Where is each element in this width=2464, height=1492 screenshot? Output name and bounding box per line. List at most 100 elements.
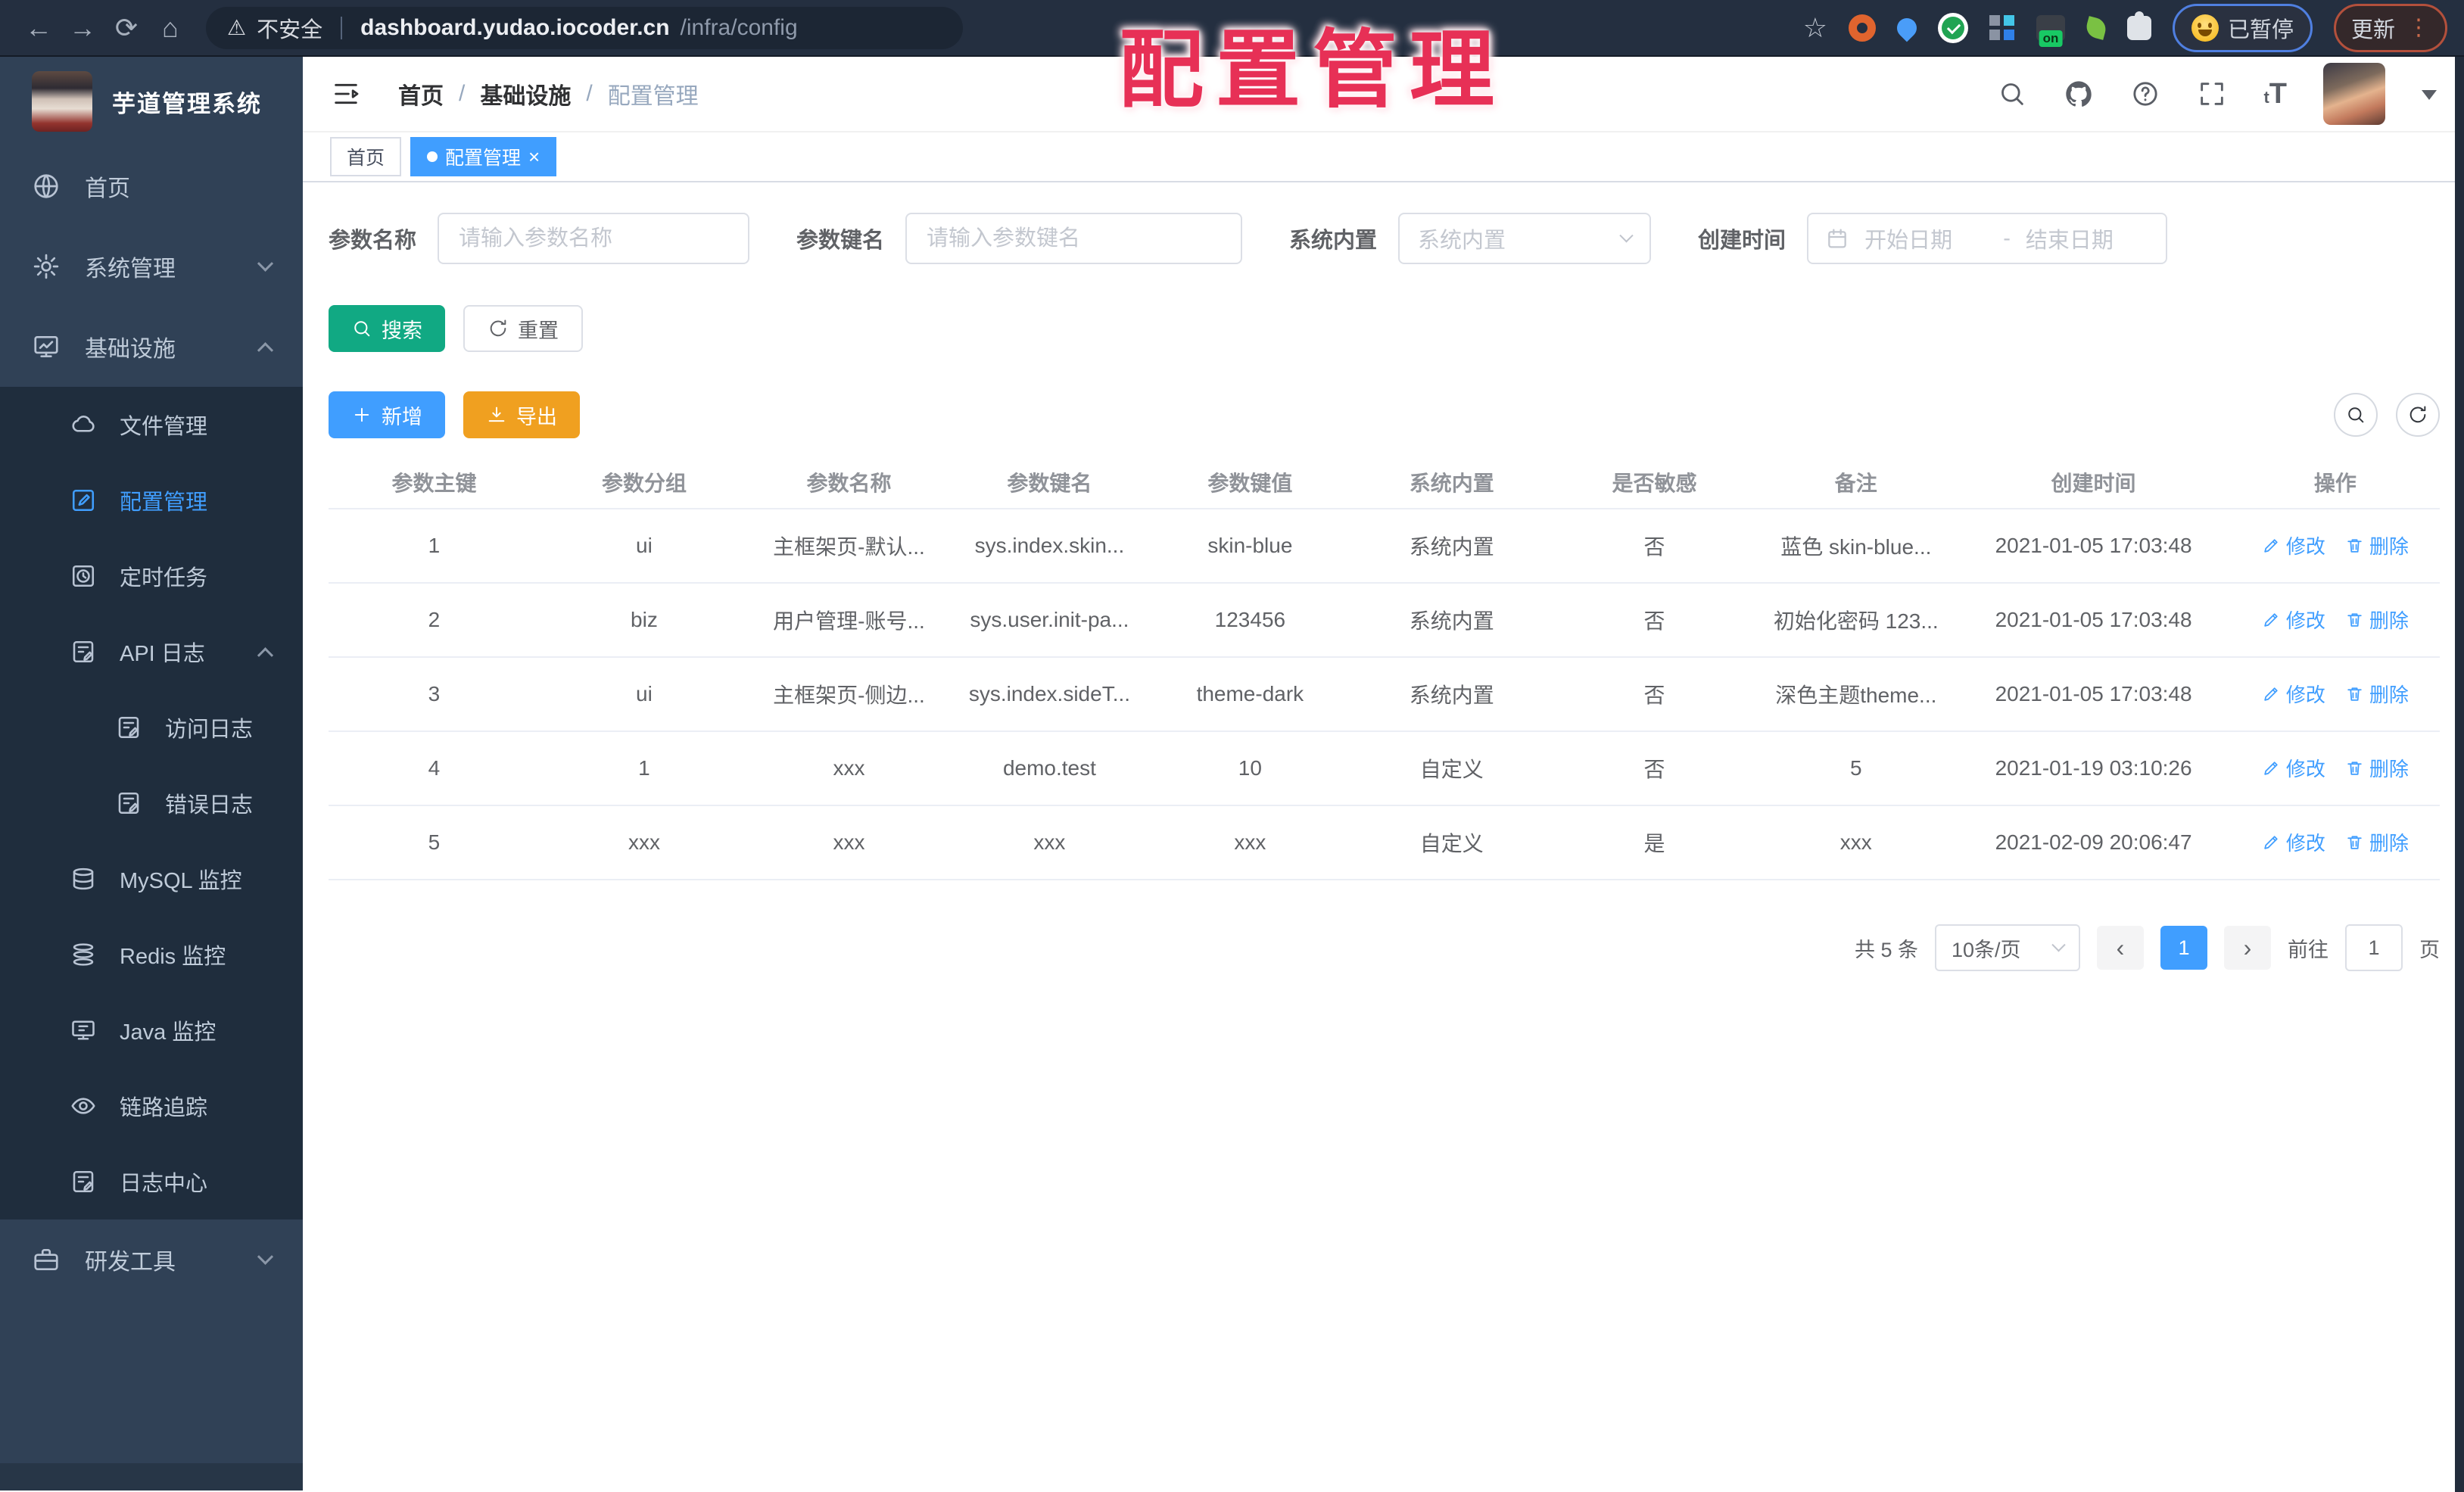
profile-paused-badge[interactable]: 已暂停 xyxy=(2172,3,2313,52)
browser-home-icon[interactable]: ⌂ xyxy=(148,0,192,56)
create-time-label: 创建时间 xyxy=(1698,229,1786,253)
sidebar-item-config-manage[interactable]: 配置管理 xyxy=(0,463,303,538)
font-size-icon[interactable]: tT xyxy=(2263,79,2287,108)
cell: demo.test xyxy=(1002,756,1096,780)
extension-check-icon[interactable] xyxy=(1937,12,1968,43)
clock-square-icon xyxy=(72,565,95,587)
browser-back-icon[interactable]: ← xyxy=(17,0,61,56)
edit-label: 修改 xyxy=(2285,609,2325,632)
browser-menu-icon[interactable]: ⋮ xyxy=(2407,14,2430,41)
sidebar-item-scheduled-jobs[interactable]: 定时任务 xyxy=(0,538,303,614)
delete-link[interactable]: 删除 xyxy=(2345,606,2409,634)
export-button[interactable]: 导出 xyxy=(463,391,580,438)
sidebar-item-api-log[interactable]: API 日志 xyxy=(0,614,303,690)
search-button-label: 搜索 xyxy=(382,319,422,342)
breadcrumb-home[interactable]: 首页 xyxy=(398,77,444,111)
breadcrumb-section[interactable]: 基础设施 xyxy=(480,77,571,111)
date-range-picker[interactable]: 开始日期 - 结束日期 xyxy=(1807,213,2168,264)
breadcrumb: 首页 / 基础设施 / 配置管理 xyxy=(398,77,699,111)
address-bar[interactable]: ⚠ 不安全 dashboard.yudao.iocoder.cn/infra/c… xyxy=(206,6,963,49)
page-size-value: 10条/页 xyxy=(1952,938,2021,961)
search-button[interactable]: 搜索 xyxy=(329,305,445,352)
delete-label: 删除 xyxy=(2369,832,2409,855)
page-size-select[interactable]: 10条/页 xyxy=(1935,924,2080,971)
system-type-select[interactable]: 系统内置 xyxy=(1398,213,1652,264)
sidebar-item-error-log[interactable]: 错误日志 xyxy=(0,765,303,841)
sidebar-item-infra[interactable]: 基础设施 xyxy=(0,307,303,387)
extension-grid-icon[interactable] xyxy=(1989,14,2015,41)
not-secure-label: 不安全 xyxy=(257,17,323,42)
trash-icon xyxy=(2347,762,2362,775)
param-key-input[interactable] xyxy=(905,213,1243,264)
page-1-button[interactable]: 1 xyxy=(2160,926,2207,970)
avatar[interactable] xyxy=(2323,63,2385,125)
param-name-input[interactable] xyxy=(438,213,750,264)
edit-link[interactable]: 修改 xyxy=(2262,531,2325,559)
delete-label: 删除 xyxy=(2369,609,2409,632)
app-logo[interactable]: 芋道管理系统 xyxy=(0,57,303,146)
browser-forward-icon[interactable]: → xyxy=(61,0,104,56)
fullscreen-icon[interactable] xyxy=(2197,79,2227,109)
search-button-row: 搜索 重置 xyxy=(329,305,2440,352)
filter-system-type: 系统内置 系统内置 xyxy=(1289,213,1652,264)
sidebar-item-log-center[interactable]: 日志中心 xyxy=(0,1144,303,1219)
sidebar-item-label: 错误日志 xyxy=(165,793,254,818)
select-placeholder: 系统内置 xyxy=(1418,229,1506,253)
toggle-search-button[interactable] xyxy=(2334,393,2378,437)
extension-switch-icon[interactable]: on xyxy=(2036,14,2065,47)
delete-link[interactable]: 删除 xyxy=(2345,754,2409,782)
sidebar-item-access-log[interactable]: 访问日志 xyxy=(0,690,303,765)
column-header: 参数分组 xyxy=(601,472,687,495)
reset-button[interactable]: 重置 xyxy=(463,305,583,352)
sidebar-item-redis-monitor[interactable]: Redis 监控 xyxy=(0,917,303,992)
github-icon[interactable] xyxy=(2064,79,2094,109)
font-size-small-glyph: t xyxy=(2263,88,2269,107)
sidebar-item-trace[interactable]: 链路追踪 xyxy=(0,1068,303,1144)
browser-update-button[interactable]: 更新 ⋮ xyxy=(2333,3,2447,52)
avatar-caret-down-icon[interactable] xyxy=(2422,89,2437,107)
delete-link[interactable]: 删除 xyxy=(2345,680,2409,708)
page-scrollbar[interactable] xyxy=(2455,57,2464,1492)
help-icon[interactable] xyxy=(2130,79,2160,109)
edit-link[interactable]: 修改 xyxy=(2262,828,2325,856)
tab-home[interactable]: 首页 xyxy=(330,137,402,176)
gear-icon xyxy=(33,254,59,279)
edit-link[interactable]: 修改 xyxy=(2262,754,2325,782)
add-button-label: 新增 xyxy=(382,405,422,428)
cell: ui xyxy=(636,682,653,706)
sidebar-item-dev-tools[interactable]: 研发工具 xyxy=(0,1219,303,1300)
sidebar-item-file-manage[interactable]: 文件管理 xyxy=(0,387,303,463)
sidebar-filler xyxy=(0,1300,303,1463)
cell: 否 xyxy=(1643,684,1665,707)
prev-page-button[interactable]: ‹ xyxy=(2097,926,2144,970)
search-icon[interactable] xyxy=(1997,79,2027,109)
table-tools xyxy=(2334,393,2440,437)
breadcrumb-separator: / xyxy=(459,81,466,106)
extension-orange-icon[interactable] xyxy=(1848,14,1876,42)
reset-button-label: 重置 xyxy=(518,319,559,342)
extension-pin-icon[interactable] xyxy=(1892,14,1921,42)
sidebar: 芋道管理系统 首页 系统管理 基础设施 文件管理 配置管理 定时任务 API 日… xyxy=(0,57,303,1490)
sidebar-item-mysql-monitor[interactable]: MySQL 监控 xyxy=(0,841,303,917)
bookmark-star-icon[interactable]: ☆ xyxy=(1803,12,1827,44)
goto-page-input[interactable] xyxy=(2345,924,2403,971)
collapse-menu-icon[interactable] xyxy=(330,79,362,109)
delete-link[interactable]: 删除 xyxy=(2345,828,2409,856)
annotation-stamp: 配置管理 xyxy=(1119,23,1506,117)
add-button[interactable]: 新增 xyxy=(329,391,445,438)
sidebar-item-java-monitor[interactable]: Java 监控 xyxy=(0,992,303,1068)
sidebar-item-system[interactable]: 系统管理 xyxy=(0,226,303,307)
refresh-table-button[interactable] xyxy=(2396,393,2440,437)
cell: sys.user.init-pa... xyxy=(970,608,1129,631)
delete-link[interactable]: 删除 xyxy=(2345,531,2409,559)
edit-link[interactable]: 修改 xyxy=(2262,606,2325,634)
sidebar-footer-strip xyxy=(0,1463,303,1490)
close-icon[interactable]: × xyxy=(528,147,540,167)
browser-reload-icon[interactable]: ⟳ xyxy=(104,0,148,56)
sidebar-item-home[interactable]: 首页 xyxy=(0,146,303,226)
edit-link[interactable]: 修改 xyxy=(2262,680,2325,708)
extension-leaf-icon[interactable] xyxy=(2084,15,2108,40)
next-page-button[interactable]: › xyxy=(2224,926,2271,970)
extensions-puzzle-icon[interactable] xyxy=(2126,11,2151,40)
tab-config-manage[interactable]: 配置管理 × xyxy=(410,137,557,176)
